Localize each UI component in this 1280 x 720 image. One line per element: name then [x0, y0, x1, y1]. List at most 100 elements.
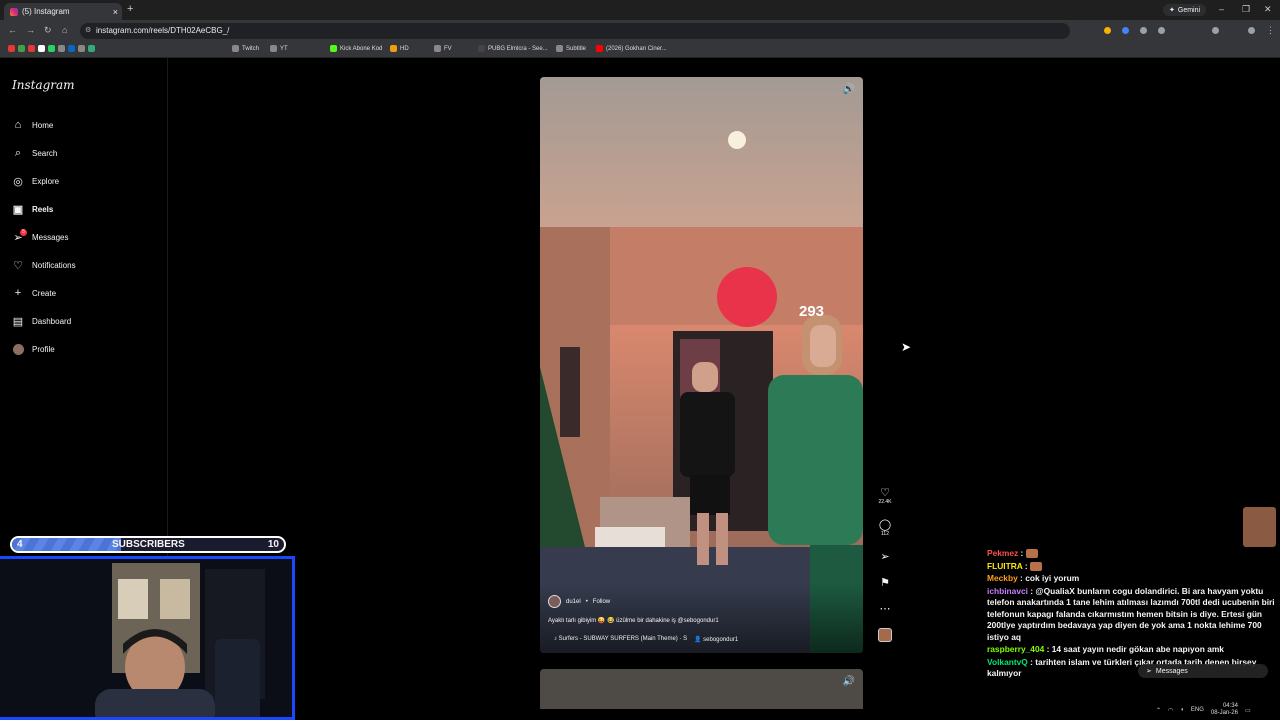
notification-icon[interactable]: ▭ [1245, 707, 1251, 714]
tab-instagram[interactable]: (5) Instagram × [4, 3, 122, 20]
explore-icon: ◎ [13, 175, 23, 188]
sidebar-item-home[interactable]: ⌂ Home [12, 117, 54, 133]
bookmark-twitch[interactable]: Twitch [232, 45, 259, 52]
language-indicator[interactable]: ENG [1191, 707, 1204, 713]
chat-message: Meckby : cok iyi yorum [987, 573, 1080, 583]
dashboard-icon: ▤ [12, 315, 24, 328]
bookmarks-bar: Twitch YT Kick Abone Kod HD FV PUBG Elml… [0, 42, 1280, 58]
floating-messages-button[interactable]: ➢ Messages [1138, 664, 1268, 678]
browser-toolbar: ← → ↻ ⌂ ⚙ instagram.com/reels/DTH02AeCBG… [0, 20, 1280, 42]
sidebar-item-profile[interactable]: Profile [12, 341, 55, 357]
separator: • [585, 598, 588, 605]
messages-icon: ➢ [1146, 668, 1152, 675]
chat-username: Meckby [987, 573, 1018, 583]
sidebar-item-messages[interactable]: ➢ 5 Messages [12, 229, 68, 245]
bookmark-yt[interactable]: YT [270, 45, 288, 52]
comment-button[interactable]: ◯ 112 [876, 518, 894, 537]
unread-badge: 5 [20, 229, 27, 236]
audio-user[interactable]: 👤 sebogondur1 [694, 636, 738, 643]
maximize-icon[interactable]: ❐ [1242, 4, 1250, 15]
bookmark-fv[interactable]: FV [434, 45, 452, 52]
chat-username: VolkantvQ [987, 656, 1028, 667]
clock[interactable]: 04:34 08-Jan-26 [1211, 703, 1238, 717]
bookmark-subtitle[interactable]: Subtitle [556, 45, 586, 52]
address-bar[interactable]: ⚙ instagram.com/reels/DTH02AeCBG_/ [80, 23, 1070, 39]
forward-icon[interactable]: → [26, 25, 35, 35]
sparkle-icon: ✦ [1169, 7, 1175, 14]
next-reel-preview[interactable]: 🔊 [540, 669, 863, 709]
extension-icon[interactable] [1140, 27, 1147, 34]
mouse-cursor-icon: ➤ [901, 340, 912, 354]
bookmark-kick[interactable]: Kick Abone Kod [330, 45, 382, 52]
instagram-favicon-icon [10, 7, 18, 16]
profile-icon[interactable] [1248, 27, 1255, 34]
sidebar-item-label: Notifications [32, 260, 76, 270]
more-button[interactable]: ⋯ [876, 602, 894, 615]
bookmark-pubg[interactable]: PUBG Elmlcra - See... [478, 45, 548, 52]
plus-icon: + [14, 287, 22, 299]
sidebar-item-label: Home [32, 120, 54, 130]
comment-icon: ◯ [878, 519, 892, 531]
close-icon[interactable]: × [113, 7, 118, 17]
follow-button[interactable]: Follow [593, 599, 610, 605]
chat-text: @QualiaX bunların cogu dolandirici. Bi a… [987, 585, 1275, 642]
download-icon[interactable] [1212, 27, 1219, 34]
window-close-icon[interactable]: ✕ [1264, 4, 1272, 15]
home-browser-icon[interactable]: ⌂ [62, 25, 67, 35]
sidebar-item-notifications[interactable]: ♡ Notifications [12, 257, 76, 273]
sidebar-item-label: Explore [32, 176, 60, 186]
menu-icon[interactable]: ⋮ [1266, 25, 1275, 36]
mute-icon[interactable]: 🔊 [843, 676, 855, 687]
gemini-button[interactable]: ✦ Gemini [1163, 4, 1207, 16]
extensions-menu-icon[interactable] [1158, 27, 1165, 34]
audio-thumbnail[interactable] [878, 628, 892, 642]
sidebar-item-label: Messages [32, 232, 69, 242]
reload-icon[interactable]: ↻ [44, 25, 52, 36]
sidebar-item-label: Dashboard [32, 316, 72, 326]
volume-icon[interactable]: ◖ [1180, 707, 1184, 713]
streamer-avatar [1243, 507, 1276, 547]
extension-icon[interactable] [1104, 27, 1111, 34]
extension-icon[interactable] [1122, 27, 1129, 34]
audio-track[interactable]: ♪ Surfers - SUBWAY SURFERS (Main Theme) … [554, 636, 687, 642]
wifi-icon[interactable]: ◠ [1168, 707, 1173, 714]
author-name[interactable]: du1el [566, 599, 581, 605]
chat-message: raspberry_404 : 14 saat yayın nedir göka… [987, 644, 1224, 654]
chat-username: raspberry_404 [987, 644, 1045, 654]
bookmark-icons-row[interactable] [8, 45, 95, 52]
like-button[interactable]: ♡ 22.4K [876, 486, 894, 505]
mute-icon[interactable]: 🔊 [843, 84, 855, 95]
instagram-logo[interactable]: Instagram [12, 78, 75, 92]
site-info-icon[interactable]: ⚙ [85, 23, 91, 39]
sidebar-item-label: Create [32, 288, 57, 298]
send-icon: ➢ [880, 551, 890, 563]
reel-video[interactable]: 🔊 293 du1el • Follow Ayaklı tarlı gibiyi… [540, 77, 863, 653]
avatar [12, 343, 24, 355]
share-button[interactable]: ➢ [876, 550, 894, 563]
sidebar-item-dashboard[interactable]: ▤ Dashboard [12, 313, 71, 329]
save-button[interactable]: ⚑ [876, 576, 894, 589]
url-text: instagram.com/reels/DTH02AeCBG_/ [96, 26, 230, 35]
sidebar-item-search[interactable]: ⌕ Search [12, 145, 57, 161]
new-tab-button[interactable]: + [127, 3, 133, 15]
chat-message: Pekmez : [987, 548, 1280, 560]
tray-chevron-icon[interactable]: ⌃ [1156, 707, 1161, 714]
subscriber-progress-fill [12, 538, 121, 551]
chat-text: cok iyi yorum [1025, 573, 1080, 583]
sidebar-item-reels[interactable]: ▣ Reels [12, 201, 54, 217]
bookmark-icon: ⚑ [880, 577, 890, 589]
webcam-image [0, 559, 292, 717]
minimize-icon[interactable]: – [1219, 4, 1224, 14]
sidebar-item-create[interactable]: + Create [12, 285, 56, 301]
reel-info: du1el • Follow Ayaklı tarlı gibiyim 😜 😂 … [540, 583, 863, 653]
back-icon[interactable]: ← [8, 25, 17, 35]
avatar[interactable] [548, 595, 561, 608]
chat-overlay: Pekmez : FLUITRA : Meckby : cok iyi yoru… [987, 548, 1280, 720]
heart-icon: ♡ [13, 259, 23, 272]
emote-icon [1029, 561, 1042, 571]
bookmark-youtube-video[interactable]: (2026) Gokhan Ciner... [596, 45, 667, 52]
bookmark-hd[interactable]: HD [390, 45, 409, 52]
reel-caption: Ayaklı tarlı gibiyim 😜 😂 üzülme bir daha… [548, 618, 719, 624]
gemini-label: Gemini [1177, 6, 1201, 14]
sidebar-item-explore[interactable]: ◎ Explore [12, 173, 59, 189]
